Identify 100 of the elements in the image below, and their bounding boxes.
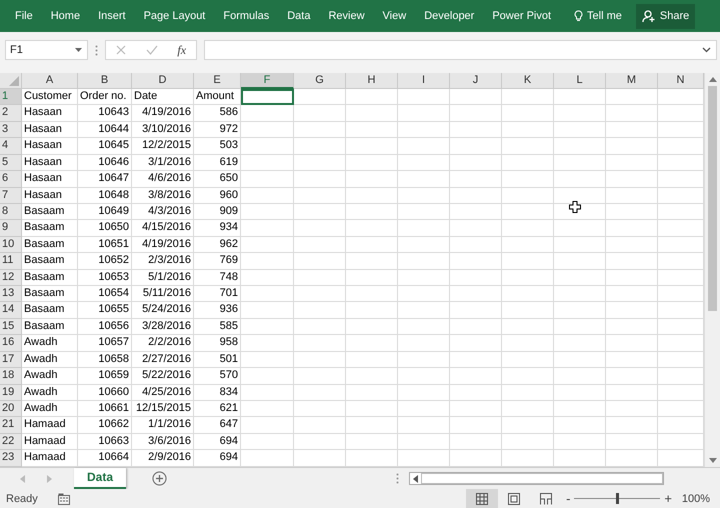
empty-cell[interactable]	[554, 89, 606, 106]
empty-cell[interactable]	[554, 335, 606, 352]
empty-cell[interactable]	[450, 188, 502, 204]
empty-cell[interactable]	[398, 236, 450, 254]
empty-cell[interactable]	[241, 171, 294, 188]
empty-cell[interactable]	[450, 253, 502, 270]
empty-cell[interactable]	[241, 220, 294, 237]
ribbon-tab[interactable]: View	[374, 10, 416, 22]
empty-cell[interactable]	[294, 352, 346, 368]
empty-cell[interactable]	[346, 105, 398, 122]
row-header[interactable]: 12	[0, 270, 22, 286]
empty-cell[interactable]	[502, 335, 554, 352]
empty-cell[interactable]	[450, 302, 502, 319]
empty-cell[interactable]	[450, 89, 502, 106]
empty-cell[interactable]	[241, 302, 294, 319]
empty-cell[interactable]	[450, 105, 502, 122]
ribbon-tab[interactable]: Data	[278, 10, 320, 22]
empty-cell[interactable]	[346, 204, 398, 220]
empty-cell[interactable]	[294, 318, 346, 336]
tell-me-button[interactable]: Tell me	[566, 10, 630, 22]
row-header[interactable]: 2	[0, 105, 22, 122]
empty-cell[interactable]	[606, 368, 658, 385]
empty-cell[interactable]	[398, 220, 450, 237]
column-header[interactable]: F	[241, 73, 294, 89]
empty-cell[interactable]	[241, 335, 294, 352]
empty-cell[interactable]	[450, 368, 502, 385]
empty-cell[interactable]	[398, 138, 450, 155]
empty-cell[interactable]	[398, 286, 450, 302]
empty-cell[interactable]	[346, 434, 398, 450]
empty-cell[interactable]	[502, 154, 554, 172]
empty-cell[interactable]	[450, 318, 502, 336]
empty-cell[interactable]	[241, 253, 294, 270]
empty-cell[interactable]	[398, 171, 450, 188]
vertical-scrollbar[interactable]	[704, 73, 720, 467]
row-header[interactable]: 16	[0, 335, 22, 352]
empty-cell[interactable]	[346, 302, 398, 319]
zoom-level[interactable]: 100%	[676, 492, 716, 504]
empty-cell[interactable]	[346, 138, 398, 155]
empty-cell[interactable]	[554, 417, 606, 434]
empty-cell[interactable]	[606, 253, 658, 270]
empty-cell[interactable]	[502, 318, 554, 336]
empty-cell[interactable]	[346, 417, 398, 434]
add-sheet-icon[interactable]	[152, 471, 168, 486]
empty-cell[interactable]	[450, 352, 502, 368]
column-header[interactable]: M	[606, 73, 658, 89]
empty-cell[interactable]	[294, 253, 346, 270]
empty-cell[interactable]	[294, 220, 346, 237]
empty-cell[interactable]	[346, 352, 398, 368]
empty-cell[interactable]	[554, 302, 606, 319]
previous-sheet-icon[interactable]	[20, 474, 25, 482]
row-header[interactable]: 8	[0, 204, 22, 220]
column-header[interactable]: G	[294, 73, 346, 89]
empty-cell[interactable]	[502, 368, 554, 385]
empty-cell[interactable]	[398, 352, 450, 368]
empty-cell[interactable]	[606, 401, 658, 418]
next-sheet-icon[interactable]	[47, 474, 52, 482]
active-cell[interactable]	[241, 89, 294, 106]
empty-cell[interactable]	[450, 417, 502, 434]
row-header[interactable]: 14	[0, 302, 22, 319]
select-all-corner[interactable]	[0, 73, 22, 89]
empty-cell[interactable]	[294, 384, 346, 402]
empty-cell[interactable]	[241, 368, 294, 385]
empty-cell[interactable]	[241, 122, 294, 138]
row-header[interactable]: 5	[0, 154, 22, 172]
empty-cell[interactable]	[346, 253, 398, 270]
row-header[interactable]: 15	[0, 318, 22, 336]
empty-cell[interactable]	[554, 434, 606, 450]
empty-cell[interactable]	[502, 434, 554, 450]
empty-cell[interactable]	[398, 368, 450, 385]
empty-cell[interactable]	[502, 302, 554, 319]
empty-cell[interactable]	[294, 188, 346, 204]
empty-cell[interactable]	[241, 188, 294, 204]
ribbon-tab[interactable]: Developer	[415, 10, 484, 22]
empty-cell[interactable]	[450, 236, 502, 254]
empty-cell[interactable]	[606, 204, 658, 220]
scroll-left-icon[interactable]	[413, 474, 418, 482]
empty-cell[interactable]	[294, 335, 346, 352]
sheet-tab[interactable]: Data	[74, 468, 126, 488]
empty-cell[interactable]	[294, 204, 346, 220]
empty-cell[interactable]	[294, 417, 346, 434]
empty-cell[interactable]	[606, 105, 658, 122]
formula-field[interactable]	[204, 40, 717, 60]
empty-cell[interactable]	[241, 434, 294, 450]
empty-cell[interactable]	[294, 122, 346, 138]
empty-cell[interactable]	[294, 286, 346, 302]
empty-cell[interactable]	[346, 122, 398, 138]
empty-cell[interactable]	[398, 188, 450, 204]
empty-cell[interactable]	[241, 236, 294, 254]
empty-cell[interactable]	[346, 89, 398, 106]
normal-view-button[interactable]	[466, 489, 498, 508]
empty-cell[interactable]	[294, 105, 346, 122]
empty-cell[interactable]	[450, 220, 502, 237]
empty-cell[interactable]	[398, 434, 450, 450]
empty-cell[interactable]	[294, 89, 346, 106]
empty-cell[interactable]	[294, 434, 346, 450]
empty-cell[interactable]	[606, 236, 658, 254]
empty-cell[interactable]	[398, 335, 450, 352]
column-header[interactable]: D	[132, 73, 194, 89]
empty-cell[interactable]	[294, 401, 346, 418]
empty-cell[interactable]	[502, 105, 554, 122]
